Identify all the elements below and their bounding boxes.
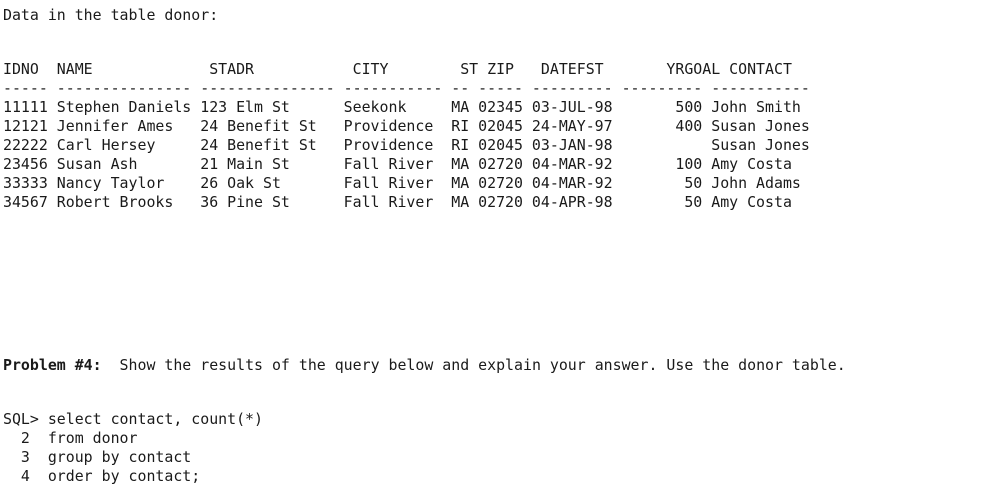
- table-row: 34567 Robert Brooks 36 Pine St Fall Rive…: [3, 193, 792, 211]
- sql-line: 2 from donor: [3, 429, 138, 447]
- table-row: 22222 Carl Hersey 24 Benefit St Providen…: [3, 136, 810, 154]
- sql-line: 4 order by contact;: [3, 467, 201, 485]
- sql-line: 3 group by contact: [3, 448, 192, 466]
- problem-label: Problem #4:: [3, 356, 102, 374]
- table-row: 23456 Susan Ash 21 Main St Fall River MA…: [3, 155, 792, 173]
- table-row: 33333 Nancy Taylor 26 Oak St Fall River …: [3, 174, 801, 192]
- table-header: IDNO NAME STADR CITY ST ZIP DATEFST YRGO…: [3, 60, 792, 78]
- sql-line: SQL> select contact, count(*): [3, 410, 263, 428]
- table-row: 11111 Stephen Daniels 123 Elm St Seekonk…: [3, 98, 801, 116]
- problem-text: Show the results of the query below and …: [101, 356, 846, 374]
- problem-statement: Problem #4: Show the results of the quer…: [3, 356, 846, 375]
- table-row: 12121 Jennifer Ames 24 Benefit St Provid…: [3, 117, 810, 135]
- table-separator: ----- --------------- --------------- --…: [3, 79, 810, 97]
- intro-text: Data in the table donor:: [3, 6, 219, 24]
